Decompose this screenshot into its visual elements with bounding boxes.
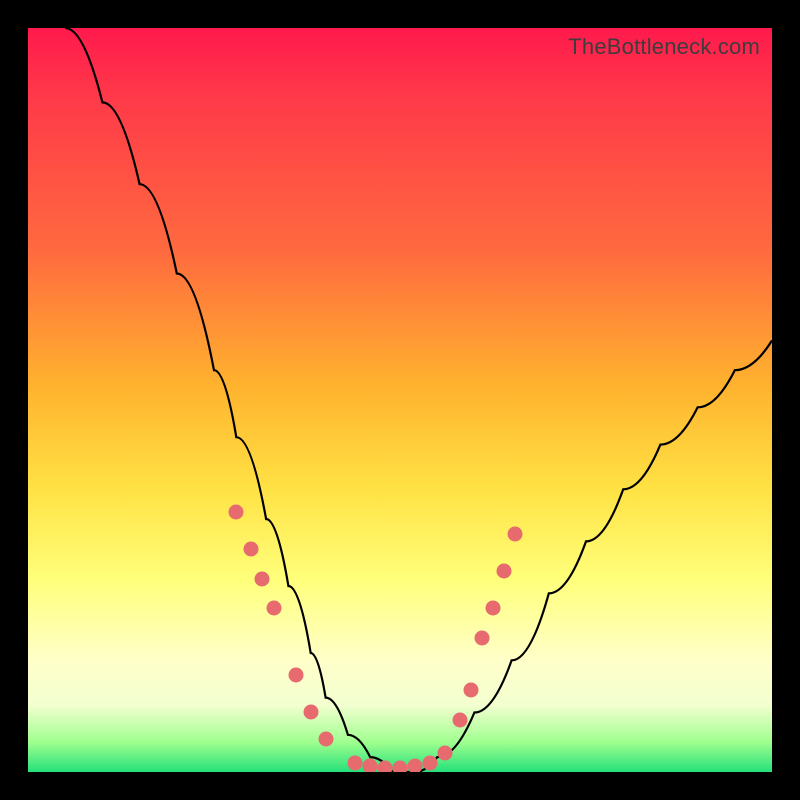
watermark-text: TheBottleneck.com [568,34,760,60]
data-point [244,541,259,556]
data-point [437,746,452,761]
data-point [486,601,501,616]
data-point [497,564,512,579]
data-point [303,705,318,720]
data-point [452,712,467,727]
data-point [378,760,393,772]
chart-plot-area: TheBottleneck.com [28,28,772,772]
data-point [422,756,437,771]
data-point [288,668,303,683]
chart-outer-frame: TheBottleneck.com [0,0,800,800]
data-point [266,601,281,616]
data-point [229,504,244,519]
data-point [318,731,333,746]
data-point [508,526,523,541]
data-point [474,631,489,646]
data-point [463,683,478,698]
data-point [363,759,378,772]
curve-data-points [28,28,772,772]
data-point [255,571,270,586]
data-point [348,756,363,771]
data-point [407,759,422,772]
data-point [393,760,408,772]
